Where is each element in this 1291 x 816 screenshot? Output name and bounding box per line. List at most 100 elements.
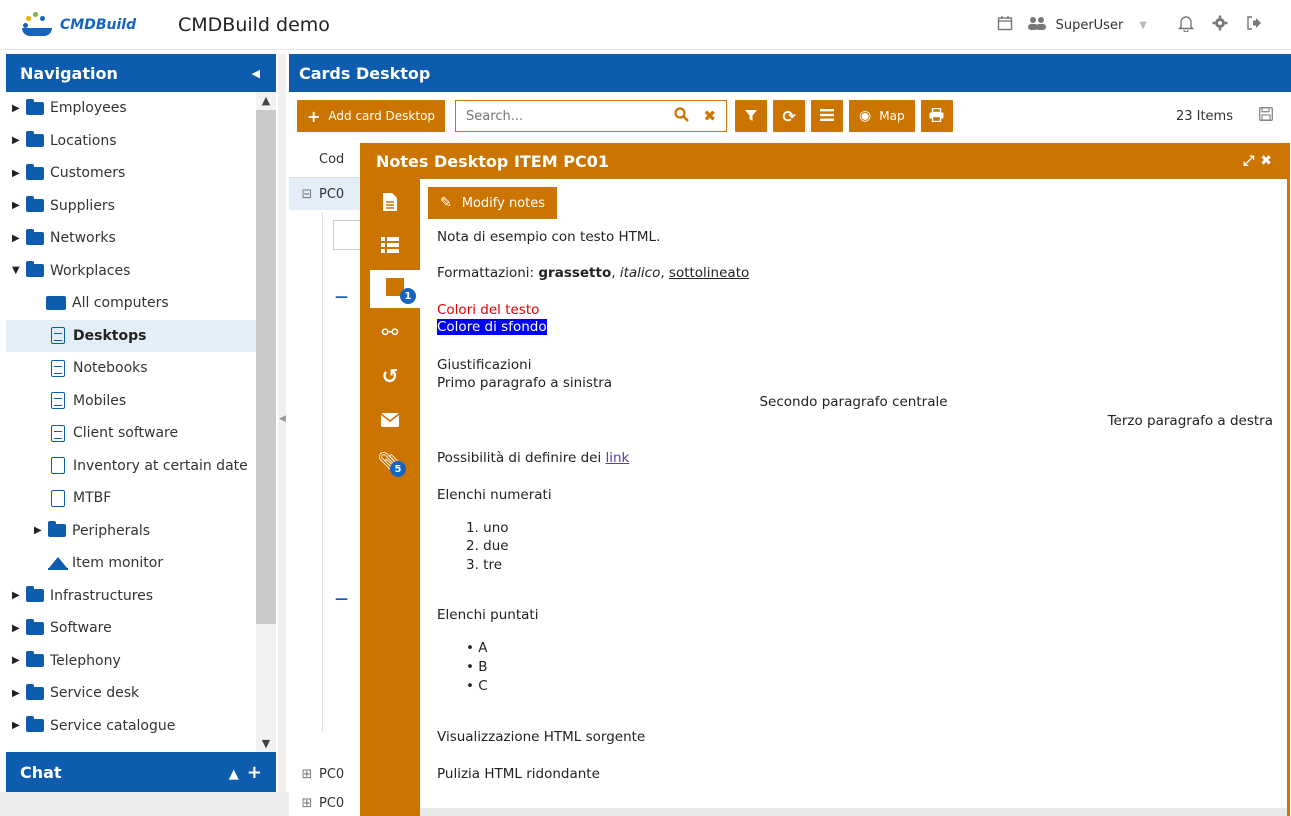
nav-item-customers[interactable]: ▶ Customers [6, 157, 276, 190]
note-right-paragraph: Terzo paragrafo a destra [1107, 413, 1273, 429]
menu-button[interactable] [811, 100, 844, 132]
nav-item-label: Workplaces [50, 262, 131, 279]
nav-item-label: Mobiles [73, 392, 127, 409]
expand-arrow-icon[interactable]: ▶ [34, 525, 46, 536]
map-button[interactable]: ◉ Map [849, 100, 915, 132]
tab-notes[interactable]: 1 [370, 270, 420, 308]
nav-item-suppliers[interactable]: ▶ Suppliers [6, 190, 276, 223]
folder-icon [26, 586, 44, 603]
nav-item-software[interactable]: ▶ Software [6, 612, 276, 645]
user-menu[interactable]: SuperUser ▼ [1026, 15, 1147, 35]
main-header: Cards Desktop [289, 54, 1291, 92]
folder-icon [26, 163, 44, 180]
detail-tab-icon[interactable] [333, 220, 363, 250]
nav-item-service-catalogue[interactable]: ▶ Service catalogue [6, 710, 276, 743]
list-item: 2. due [466, 538, 509, 554]
nav-item-label: Desktops [73, 327, 147, 344]
tab-history[interactable]: ↺ [370, 357, 410, 395]
expand-arrow-icon[interactable]: ▶ [12, 103, 24, 114]
chat-header[interactable]: Chat ▲ + [6, 752, 276, 792]
search-input[interactable] [466, 108, 665, 124]
nav-item-label: All computers [72, 295, 169, 312]
tab-relations[interactable]: ⚯ [370, 313, 410, 351]
search-icon[interactable] [674, 106, 690, 126]
notes-content: ✎ Modify notes Nota di esempio con testo … [420, 179, 1287, 816]
filter-button[interactable] [735, 100, 768, 132]
nav-item-networks[interactable]: ▶ Networks [6, 222, 276, 255]
nav-item-item-monitor[interactable]: Item monitor [6, 547, 276, 580]
expand-up-icon[interactable]: ▲ [229, 767, 239, 782]
splitter-arrow-icon[interactable]: ◀ [279, 414, 286, 424]
list-item: • A [466, 640, 488, 656]
list-item: 1. uno [466, 520, 509, 536]
nav-item-employees[interactable]: ▶ Employees [6, 92, 276, 125]
navigation-panel: Navigation ◀ ▶ Employees ▶ Locations ▶ Cust… [6, 54, 276, 792]
modify-notes-button[interactable]: ✎ Modify notes [428, 187, 558, 219]
search-box: ✖ [455, 100, 728, 132]
logout-icon[interactable] [1237, 15, 1271, 35]
calendar-icon[interactable] [988, 15, 1022, 35]
nav-item-label: Customers [50, 165, 126, 182]
clear-search-icon[interactable]: ✖ [703, 107, 716, 125]
save-icon[interactable] [1259, 107, 1273, 125]
link-icon: ⚯ [381, 320, 399, 344]
gear-icon[interactable] [1203, 15, 1237, 35]
nav-item-label: Notebooks [73, 360, 148, 377]
print-button[interactable] [920, 100, 953, 132]
expand-row-icon[interactable]: ⊞ [295, 796, 319, 811]
bell-icon[interactable] [1169, 14, 1203, 36]
expand-arrow-icon[interactable]: ▶ [12, 168, 24, 179]
expand-arrow-icon[interactable]: ▶ [12, 623, 24, 634]
refresh-icon: ⟳ [782, 106, 796, 126]
expand-arrow-icon[interactable]: ▶ [12, 135, 24, 146]
nav-item-mobiles[interactable]: Mobiles [6, 385, 276, 418]
scroll-down-icon[interactable]: ▼ [256, 737, 276, 750]
nav-item-service-desk[interactable]: ▶ Service desk [6, 677, 276, 710]
folder-icon [26, 98, 44, 115]
nav-item-mtbf[interactable]: MTBF [6, 482, 276, 515]
note-link[interactable]: link [605, 450, 629, 466]
expand-arrow-icon[interactable]: ▶ [12, 655, 24, 666]
nav-item-label: Service desk [50, 685, 140, 702]
close-icon[interactable]: ✖ [1260, 153, 1278, 169]
add-card-button[interactable]: + Add card Desktop [297, 100, 446, 132]
panel-splitter[interactable]: ◀ [278, 54, 286, 792]
add-icon[interactable]: + [247, 762, 262, 783]
folder-icon [26, 618, 44, 635]
refresh-button[interactable]: ⟳ [773, 100, 806, 132]
expand-arrow-icon[interactable]: ▶ [12, 200, 24, 211]
nav-item-label: Suppliers [50, 197, 115, 214]
modify-notes-label: Modify notes [461, 195, 546, 211]
app-logo[interactable]: CMDBuild [20, 10, 150, 40]
class-icon [51, 327, 65, 345]
nav-item-peripherals[interactable]: ▶ Peripherals [6, 515, 276, 548]
expand-row-icon[interactable]: ⊞ [295, 767, 319, 782]
nav-item-locations[interactable]: ▶ Locations [6, 125, 276, 158]
dashboard-chart-icon [48, 556, 68, 571]
user-name: SuperUser [1055, 17, 1124, 33]
nav-item-telephony[interactable]: ▶ Telephony [6, 645, 276, 678]
nav-item-workplaces[interactable]: ▼ Workplaces [6, 255, 276, 288]
scrollbar-thumb[interactable] [256, 110, 276, 624]
expand-arrow-icon[interactable]: ▶ [12, 233, 24, 244]
maximize-icon[interactable]: ⤢ [1243, 153, 1260, 169]
expand-arrow-icon[interactable]: ▶ [12, 590, 24, 601]
tab-attachments[interactable]: 📎︎ 5 [370, 443, 410, 481]
navigation-scrollbar[interactable]: ▲ ▼ [256, 92, 276, 752]
collapse-arrow-icon[interactable]: ▼ [12, 265, 24, 276]
nav-item-client-software[interactable]: Client software [6, 417, 276, 450]
expand-arrow-icon[interactable]: ▶ [12, 688, 24, 699]
expand-arrow-icon[interactable]: ▶ [12, 720, 24, 731]
collapse-row-icon[interactable]: ⊟ [295, 187, 319, 202]
nav-item-notebooks[interactable]: Notebooks [6, 352, 276, 385]
tab-email[interactable] [370, 401, 410, 439]
nav-item-inventory-at-certain-date[interactable]: Inventory at certain date [6, 450, 276, 483]
scroll-up-icon[interactable]: ▲ [256, 94, 276, 107]
tab-card-details[interactable] [370, 185, 410, 223]
nav-item-desktops[interactable]: Desktops [6, 319, 276, 352]
collapse-left-icon[interactable]: ◀ [252, 67, 260, 80]
nav-item-infrastructures[interactable]: ▶ Infrastructures [6, 580, 276, 613]
cell-code: PC0 [319, 186, 345, 202]
nav-item-all-computers[interactable]: All computers [6, 287, 276, 320]
tab-details-list[interactable] [370, 227, 410, 265]
